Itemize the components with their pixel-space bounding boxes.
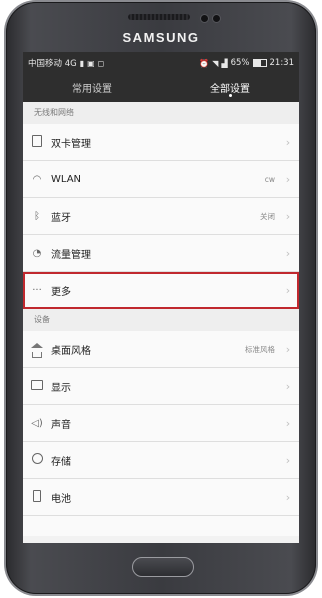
tab-all-settings[interactable]: 全部设置: [161, 74, 299, 102]
chevron-right-icon: ›: [285, 453, 291, 467]
tab-common-settings[interactable]: 常用设置: [23, 74, 161, 102]
section-header-wireless: 无线和网络: [23, 102, 299, 124]
chevron-right-icon: ›: [285, 379, 291, 393]
screen: 中国移动 4G ▮ ▣ ◻ ⏰ ◥ ▟ 65% 21:31 常用设置 全部设置 …: [23, 52, 299, 543]
settings-item-label: 存储: [51, 456, 71, 468]
section-header-device: 设备: [23, 309, 299, 331]
settings-item-label: 电池: [51, 493, 71, 505]
settings-item-value: cw: [264, 174, 275, 184]
front-camera: [200, 14, 209, 23]
chevron-right-icon: ›: [285, 490, 291, 504]
settings-item-sound[interactable]: ◁) 声音 ›: [23, 405, 299, 442]
settings-item-label: 蓝牙: [51, 212, 71, 224]
settings-item-display[interactable]: 显示 ›: [23, 368, 299, 405]
bluetooth-icon: ᛒ: [34, 210, 40, 222]
more-icon: ···: [32, 284, 42, 296]
settings-item-data-usage[interactable]: ◔ 流量管理 ›: [23, 235, 299, 272]
sensor: [212, 14, 221, 23]
clock: 21:31: [269, 58, 295, 68]
settings-item-more[interactable]: ··· 更多 ›: [23, 272, 299, 309]
settings-tabs: 常用设置 全部设置: [23, 74, 299, 102]
chevron-right-icon: ›: [285, 283, 291, 297]
sim-card-icon: [23, 134, 51, 150]
sound-icon: ◁): [31, 417, 43, 429]
battery-icon: [252, 59, 267, 67]
chevron-right-icon: ›: [285, 172, 291, 186]
settings-item-bluetooth[interactable]: ᛒ 蓝牙 关闭 ›: [23, 198, 299, 235]
chevron-right-icon: ›: [285, 209, 291, 223]
settings-item-label: 流量管理: [51, 249, 91, 261]
data-usage-icon: ◔: [32, 247, 42, 259]
battery-percentage: 65%: [230, 58, 250, 68]
settings-item-value: 关闭: [260, 211, 275, 221]
settings-item-home-style[interactable]: 桌面风格 标准风格 ›: [23, 331, 299, 368]
earpiece-speaker: [128, 14, 190, 20]
carrier-label: 中国移动 4G: [28, 59, 77, 69]
settings-item-wlan[interactable]: ◠ WLAN cw ›: [23, 161, 299, 198]
wifi-icon: ◠: [32, 173, 42, 185]
display-icon: [23, 379, 51, 393]
signal-icon: ▮: [79, 58, 85, 68]
cell-signal-icon: ▟: [221, 58, 228, 68]
settings-item-label: WLAN: [51, 173, 82, 185]
settings-item-partial[interactable]: [23, 516, 299, 536]
settings-item-battery[interactable]: 电池 ›: [23, 479, 299, 516]
chevron-right-icon: ›: [285, 135, 291, 149]
settings-item-label: 声音: [51, 419, 71, 431]
settings-item-value: 标准风格: [245, 344, 275, 354]
storage-icon: [23, 453, 51, 467]
active-tab-indicator: [228, 94, 232, 97]
brand-logo: SAMSUNG: [122, 30, 200, 45]
image-notification-icon: ▣: [87, 58, 95, 68]
status-bar: 中国移动 4G ▮ ▣ ◻ ⏰ ◥ ▟ 65% 21:31: [23, 52, 299, 74]
settings-item-storage[interactable]: 存储 ›: [23, 442, 299, 479]
settings-item-label: 桌面风格: [51, 345, 91, 357]
settings-item-label: 更多: [51, 286, 71, 298]
alarm-icon: ⏰: [199, 58, 210, 68]
home-button[interactable]: [132, 557, 194, 577]
settings-item-label: 双卡管理: [51, 138, 91, 150]
chevron-right-icon: ›: [285, 342, 291, 356]
chevron-right-icon: ›: [285, 416, 291, 430]
home-icon: [23, 341, 51, 358]
battery-icon: [23, 489, 51, 505]
lock-notification-icon: ◻: [97, 58, 105, 68]
settings-item-label: 显示: [51, 382, 71, 394]
chevron-right-icon: ›: [285, 246, 291, 260]
tab-label: 常用设置: [72, 84, 112, 95]
settings-item-dual-sim[interactable]: 双卡管理 ›: [23, 124, 299, 161]
wifi-status-icon: ◥: [212, 58, 219, 68]
